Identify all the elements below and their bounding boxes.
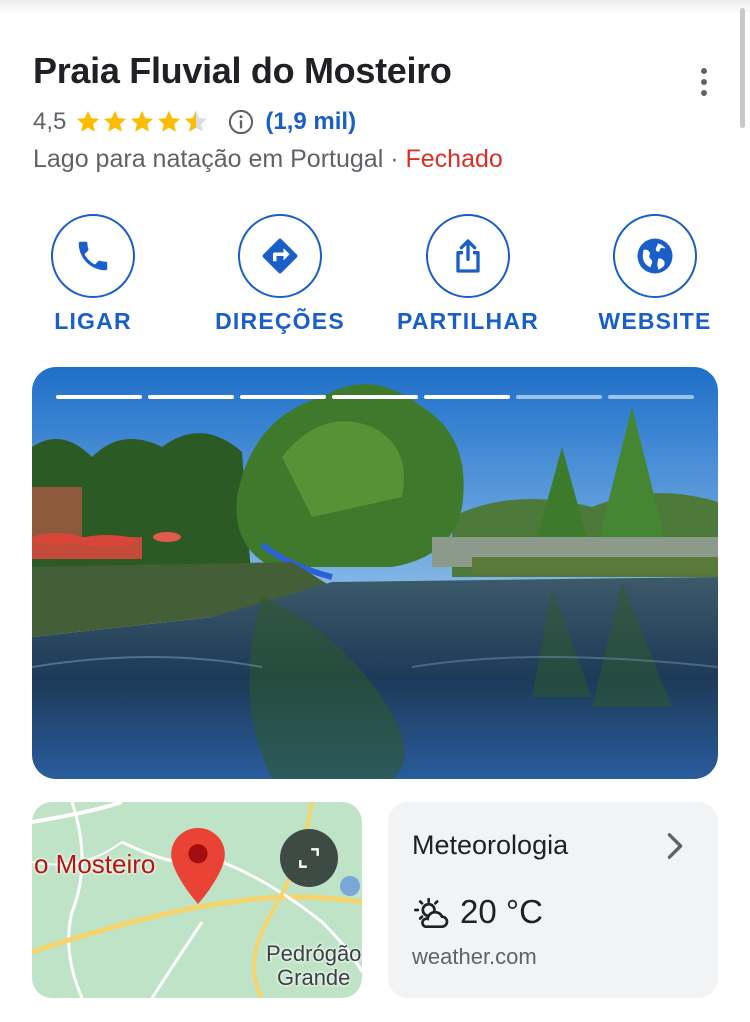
phone-icon	[78, 241, 108, 271]
place-photo[interactable]	[32, 367, 718, 779]
star-full-icon	[131, 110, 154, 132]
more-options-icon-dot	[701, 68, 707, 74]
map-town-line: Pedrógão	[266, 941, 362, 966]
rating-row: 4,5 (1,9 mil)	[33, 106, 356, 138]
more-options-icon-dot	[701, 90, 707, 96]
website-button-label: WEBSITE	[598, 308, 712, 334]
weather-temperature: 20 °C	[460, 893, 543, 930]
share-button[interactable]: PARTILHAR	[378, 214, 558, 335]
weather-title: Meteorologia	[412, 830, 569, 860]
photo-progress-bar	[56, 395, 694, 399]
star-full-icon	[77, 110, 100, 132]
separator-dot: ·	[390, 145, 399, 173]
directions-button-label: DIREÇÕES	[215, 308, 345, 334]
river-beach-photo	[32, 367, 718, 779]
info-icon[interactable]	[227, 108, 255, 136]
map-town-line: Grande	[277, 965, 351, 990]
photo-progress-segment	[240, 395, 326, 399]
category-status-row: Lago para natação em Portugal · Fechado	[33, 145, 503, 174]
chevron-right-icon[interactable]	[664, 832, 686, 860]
rating-value: 4,5	[33, 108, 67, 135]
weather-source-link[interactable]: weather.com	[412, 944, 537, 970]
map-town-label: Pedrógão Grande	[266, 942, 361, 990]
place-title: Praia Fluvial do Mosteiro	[33, 50, 452, 91]
call-button[interactable]: LIGAR	[3, 214, 183, 335]
star-full-icon	[158, 110, 181, 132]
map-pin-icon	[171, 828, 225, 904]
weather-card[interactable]: Meteorologia 20 °C weather.com	[388, 802, 718, 998]
star-full-icon	[104, 110, 127, 132]
directions-button-circle[interactable]	[238, 214, 322, 298]
share-button-label: PARTILHAR	[397, 308, 539, 334]
place-category: Lago para natação em Portugal	[33, 145, 384, 173]
photo-progress-segment	[332, 395, 418, 399]
partly-sunny-icon	[414, 897, 449, 928]
expand-icon	[299, 848, 319, 868]
call-button-label: LIGAR	[54, 308, 132, 334]
star-half-icon	[185, 110, 208, 132]
more-options-icon-dot	[701, 79, 707, 85]
photo-progress-segment	[516, 395, 602, 399]
share-icon	[456, 239, 480, 273]
map-preview[interactable]: o Mosteiro Pedrógão Grande	[32, 802, 362, 998]
map-place-label: o Mosteiro	[34, 849, 156, 879]
website-button-circle[interactable]	[613, 214, 697, 298]
globe-icon	[637, 238, 673, 274]
photo-progress-segment	[424, 395, 510, 399]
rating-stars	[74, 108, 209, 136]
share-button-circle[interactable]	[426, 214, 510, 298]
scrollbar-thumb[interactable]	[740, 8, 745, 128]
photo-progress-segment	[608, 395, 694, 399]
photo-progress-segment	[56, 395, 142, 399]
open-status: Fechado	[405, 145, 503, 173]
review-count-link[interactable]: (1,9 mil)	[265, 108, 356, 136]
call-button-circle[interactable]	[51, 214, 135, 298]
website-button[interactable]: WEBSITE	[565, 214, 745, 335]
directions-button[interactable]: DIREÇÕES	[190, 214, 370, 335]
top-edge-shadow	[0, 0, 750, 14]
directions-icon	[262, 238, 298, 274]
expand-map-button[interactable]	[280, 829, 338, 887]
more-options-button[interactable]	[690, 62, 718, 102]
photo-progress-segment	[148, 395, 234, 399]
